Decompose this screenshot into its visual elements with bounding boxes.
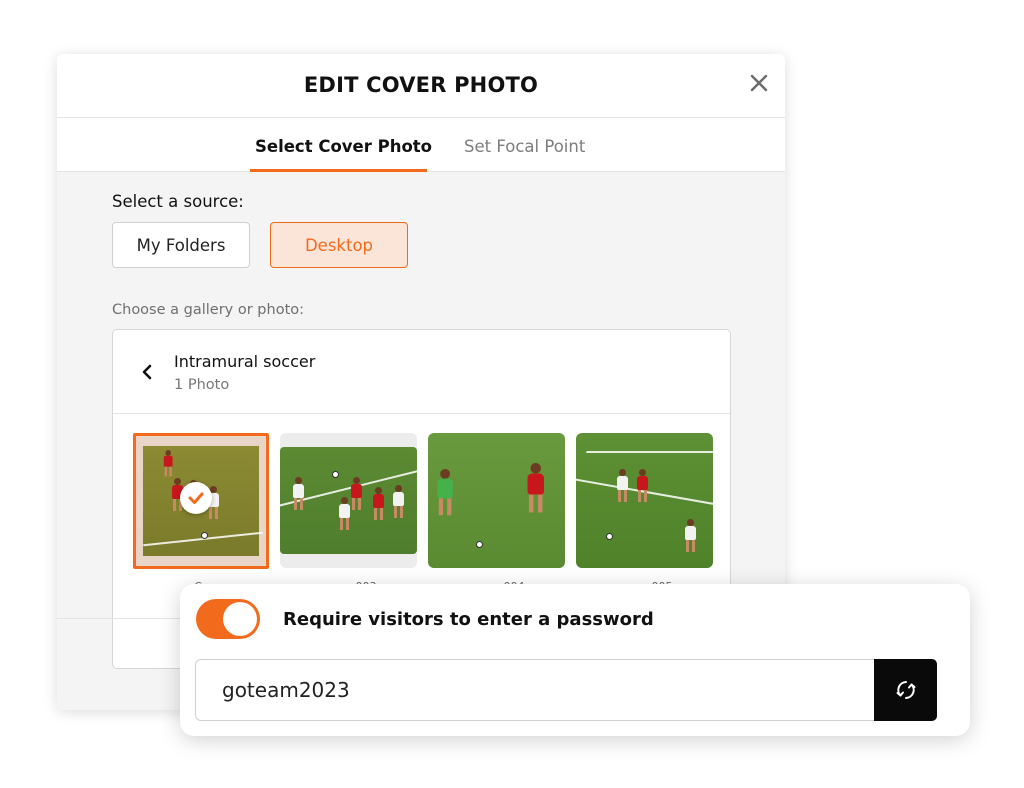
regenerate-password-button[interactable] bbox=[874, 659, 937, 721]
back-button[interactable] bbox=[141, 364, 153, 380]
password-toggle[interactable] bbox=[196, 599, 260, 639]
gallery-header: Intramural soccer 1 Photo bbox=[113, 330, 730, 414]
close-icon bbox=[750, 74, 768, 92]
tab-set-focal-point[interactable]: Set Focal Point bbox=[464, 137, 585, 156]
photo-thumbnail[interactable] bbox=[428, 433, 565, 568]
modal-title: EDIT COVER PHOTO bbox=[303, 73, 539, 97]
desktop-button[interactable]: Desktop bbox=[270, 222, 408, 268]
password-settings-card: Require visitors to enter a password bbox=[180, 584, 970, 736]
gallery-name: Intramural soccer bbox=[174, 352, 316, 371]
soccer-photo bbox=[280, 447, 417, 554]
my-folders-button[interactable]: My Folders bbox=[112, 222, 250, 268]
photo-thumbnail[interactable] bbox=[576, 433, 713, 568]
password-label: Require visitors to enter a password bbox=[283, 609, 654, 630]
gallery-photo-count: 1 Photo bbox=[174, 377, 230, 393]
source-label: Select a source: bbox=[112, 192, 244, 211]
tab-bar: Select Cover Photo Set Focal Point bbox=[57, 118, 785, 172]
tab-select-cover-photo[interactable]: Select Cover Photo bbox=[255, 137, 432, 156]
photo-thumbnail-selected[interactable] bbox=[133, 433, 269, 569]
photo-thumbnail[interactable] bbox=[280, 433, 417, 568]
check-icon bbox=[180, 482, 212, 514]
refresh-icon bbox=[896, 681, 915, 699]
modal-header: EDIT COVER PHOTO bbox=[57, 54, 785, 118]
gallery-prompt: Choose a gallery or photo: bbox=[112, 302, 305, 318]
toggle-knob bbox=[223, 602, 257, 636]
close-button[interactable] bbox=[749, 73, 769, 93]
chevron-left-icon bbox=[142, 364, 152, 380]
password-field[interactable] bbox=[195, 659, 875, 721]
